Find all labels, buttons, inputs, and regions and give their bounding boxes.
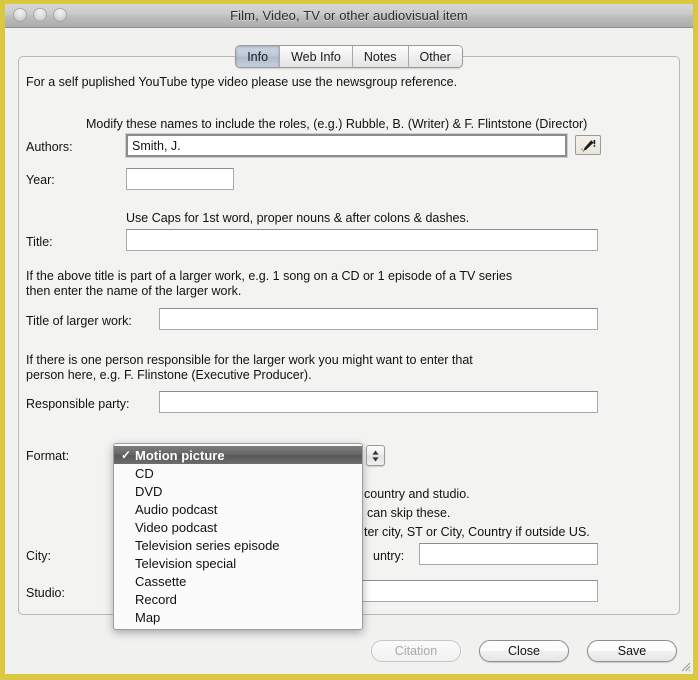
menu-item-label: Motion picture [135,447,225,463]
menu-item-label: Map [135,609,161,625]
pen-wand-icon-button[interactable] [575,135,601,155]
menu-item-label: Television special [135,555,237,571]
resize-grip-icon[interactable] [678,659,691,672]
tab-notes[interactable]: Notes [352,46,409,67]
intro-note: For a self puplished YouTube type video … [26,75,458,89]
menu-item-television-special[interactable]: Television special [114,554,362,572]
zoom-button[interactable] [53,8,67,22]
close-button[interactable]: Close [479,640,569,662]
larger-work-label: Title of larger work: [26,314,132,328]
menu-item-motion-picture[interactable]: ✓ Motion picture [114,446,362,464]
tab-web-info[interactable]: Web Info [280,46,353,67]
larger-work-input[interactable] [159,308,598,330]
minimize-button[interactable] [33,8,47,22]
dialog-window: Film, Video, TV or other audiovisual ite… [0,0,698,680]
title-input[interactable] [126,229,598,251]
menu-item-label: Television series episode [135,537,280,553]
format-stepper[interactable] [366,445,385,466]
menu-item-label: Cassette [135,573,187,589]
studio-label: Studio: [26,586,65,600]
year-input[interactable] [126,168,234,190]
window-title: Film, Video, TV or other audiovisual ite… [230,8,468,23]
menu-item-cassette[interactable]: Cassette [114,572,362,590]
menu-item-map[interactable]: Map [114,608,362,626]
title-hint: Use Caps for 1st word, proper nouns & af… [126,211,470,225]
responsible-label: Responsible party: [26,397,130,411]
menu-item-label: Video podcast [135,519,218,535]
format-label: Format: [26,449,70,463]
stepper-arrows-icon [372,450,379,461]
country-input[interactable] [419,543,598,565]
location-hint-line-3: ter city, ST or City, Country if outside… [364,525,590,539]
citation-button[interactable]: Citation [371,640,461,662]
save-button[interactable]: Save [587,640,677,662]
menu-item-label: CD [135,465,154,481]
dialog-button-bar: Citation Close Save [371,640,677,662]
menu-item-audio-podcast[interactable]: Audio podcast [114,500,362,518]
location-hint-line-1: country and studio. [364,487,470,501]
menu-item-television-series-episode[interactable]: Television series episode [114,536,362,554]
authors-hint: Modify these names to include the roles,… [86,117,588,131]
menu-item-dvd[interactable]: DVD [114,482,362,500]
tab-bar: Info Web Info Notes Other [5,38,693,68]
menu-item-label: DVD [135,483,163,499]
responsible-hint: If there is one person responsible for t… [26,353,473,382]
menu-item-cd[interactable]: CD [114,464,362,482]
country-label: untry: [373,549,405,563]
location-hint-line-2: can skip these. [367,506,451,520]
close-button[interactable] [13,8,27,22]
authors-input[interactable] [126,134,567,157]
responsible-input[interactable] [159,391,598,413]
window-controls [13,8,67,22]
menu-item-label: Record [135,591,177,607]
year-label: Year: [26,173,55,187]
tab-info[interactable]: Info [236,46,281,67]
larger-work-hint: If the above title is part of a larger w… [26,269,513,298]
title-bar: Film, Video, TV or other audiovisual ite… [5,4,693,28]
title-label: Title: [26,235,53,249]
menu-item-video-podcast[interactable]: Video podcast [114,518,362,536]
tab-other[interactable]: Other [408,46,462,67]
format-dropdown-menu[interactable]: ✓ Motion picture CD DVD Audio podcast Vi… [113,443,363,630]
menu-item-record[interactable]: Record [114,590,362,608]
menu-item-label: Audio podcast [135,501,218,517]
city-label: City: [26,549,51,563]
checkmark-icon: ✓ [121,448,132,462]
pen-wand-icon [581,139,596,152]
authors-label: Authors: [26,140,73,154]
